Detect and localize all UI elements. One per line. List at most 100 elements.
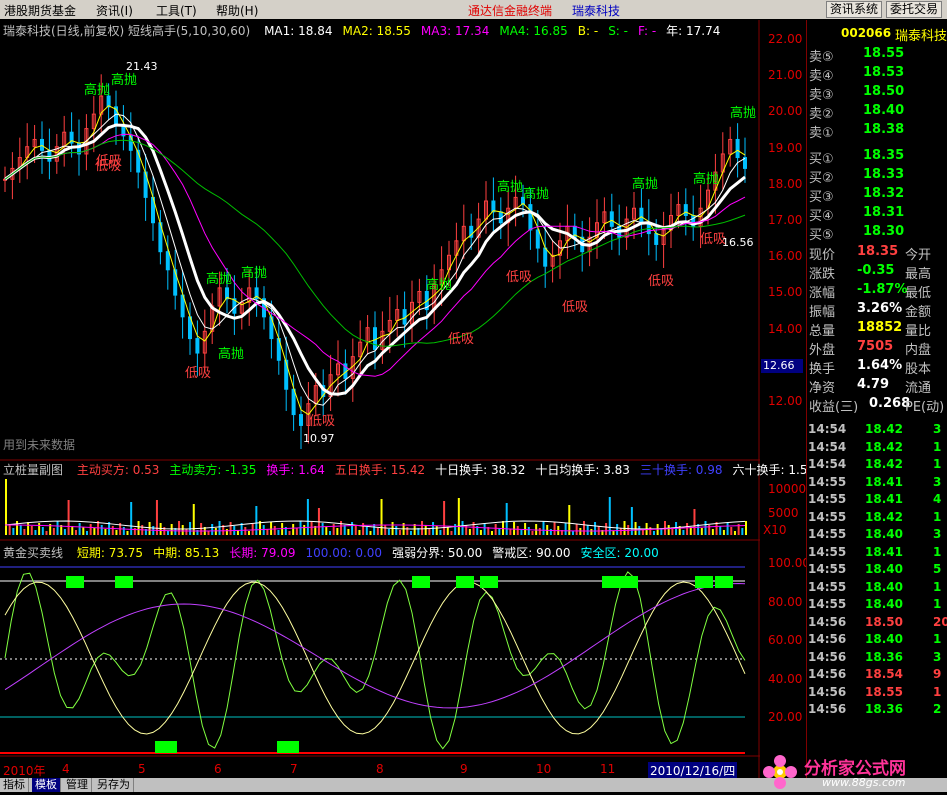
sell-signal-label: 高抛	[497, 179, 523, 195]
info-system-button[interactable]: 资讯系统	[826, 1, 883, 18]
tick-time: 14:55	[808, 474, 847, 489]
tick-time: 14:55	[808, 562, 847, 576]
volume-legend-6: 三十换手: 0.98	[639, 463, 723, 477]
time-axis-label: 9	[460, 762, 468, 776]
osc-legend-6: 安全区: 20.00	[580, 546, 659, 560]
tick-price: 18.42	[865, 509, 903, 524]
tick-time: 14:54	[808, 439, 847, 454]
tick-qty: 1	[933, 579, 942, 594]
quote-row: 涨跌 -0.35 最高	[807, 263, 947, 282]
tick-time: 14:55	[808, 527, 847, 541]
logo-url: www.88gs.com	[822, 776, 906, 789]
tick-price: 18.40	[865, 579, 903, 594]
tab-manage[interactable]: 管理	[63, 778, 92, 792]
sell-signal-label: 高抛	[206, 271, 232, 287]
menu-item-info[interactable]: 资讯(I)	[96, 2, 133, 19]
tab-template[interactable]: 模板	[32, 778, 61, 792]
tick-row: 14:55 18.40 1	[807, 597, 947, 614]
tick-qty: 4	[933, 492, 942, 506]
tick-time: 14:56	[808, 684, 847, 699]
tab-save-as[interactable]: 另存为	[94, 778, 134, 792]
volume-legend-0: 主动买方: 0.53	[76, 463, 160, 477]
trade-entrust-button[interactable]: 委托交易	[886, 1, 943, 18]
quote-right-label: 流通	[905, 381, 932, 396]
tick-qty: 20	[933, 614, 947, 629]
quote-value: 18.35	[857, 244, 899, 259]
buy-level-label: 买⑤	[809, 228, 834, 243]
order-book-buy-row: 买① 18.35	[807, 148, 947, 167]
ma-legend-2: MA3: 17.34	[420, 24, 490, 38]
ma-legend-0: MA1: 18.84	[264, 24, 333, 38]
tick-price: 18.42	[865, 439, 903, 454]
tick-row: 14:56 18.36 3	[807, 650, 947, 667]
buy-signal-label: 低吸	[185, 366, 211, 381]
ma-legend-5: S: -	[608, 24, 628, 38]
buy-signal-label: 低吸	[562, 300, 588, 315]
buy-level-label: 买③	[809, 190, 834, 205]
tick-price: 18.54	[865, 667, 903, 681]
tab-indicator[interactable]: 指标	[0, 778, 29, 792]
osc-legend-5: 警戒区: 90.00	[492, 546, 571, 560]
tick-row: 14:56 18.54 9	[807, 667, 947, 684]
price-axis: 22.00 21.00 20.00 19.00 18.00 17.00 16.00 15.00…	[760, 20, 810, 778]
menu-item-tools[interactable]: 工具(T)	[156, 2, 197, 19]
cursor-date-label: 2010/12/16/四	[648, 762, 738, 779]
time-axis-label: 4	[62, 762, 70, 776]
tick-price: 18.41	[865, 492, 903, 506]
buy-signal-label: 低吸	[448, 332, 474, 347]
volume-legend-4: 十日换手: 38.32	[435, 463, 526, 477]
tick-qty: 1	[933, 509, 942, 524]
order-book-sell-row: 卖③ 18.50	[807, 84, 947, 103]
buy-signal-label: 低吸	[506, 270, 532, 285]
volume-chart-title: 立桩量副图	[3, 463, 64, 477]
tick-price: 18.42	[865, 422, 903, 436]
tick-row: 14:55 18.42 1	[807, 510, 947, 527]
quote-row: 总量 18852 量比	[807, 320, 947, 339]
quote-row: 涨幅 -1.87% 最低	[807, 282, 947, 301]
quote-label: 换手	[809, 362, 836, 377]
current-price-tag: 12.66	[761, 359, 803, 373]
quote-right-label: 量比	[905, 324, 932, 339]
tick-row: 14:55 18.40 3	[807, 527, 947, 544]
sell-price: 18.38	[863, 122, 905, 137]
quote-right-label: 最低	[905, 286, 932, 301]
quote-value: -0.35	[857, 263, 895, 278]
quote-value: -1.87%	[857, 282, 908, 297]
tick-qty: 3	[933, 422, 942, 436]
buy-price: 18.33	[863, 167, 905, 182]
menu-item-help[interactable]: 帮助(H)	[216, 2, 258, 19]
quote-row: 净资 4.79 流通	[807, 377, 947, 396]
menu-item-hk-futures[interactable]: 港股期货基金	[4, 2, 76, 19]
quote-row: 收益(三) 0.268 PE(动)	[807, 396, 947, 415]
sell-level-label: 卖⑤	[809, 50, 834, 65]
tick-qty: 9	[933, 667, 942, 681]
buy-price: 18.31	[863, 205, 905, 220]
quote-label: 外盘	[809, 343, 836, 358]
order-book-buy-row: 买⑤ 18.30	[807, 224, 947, 243]
sell-price: 18.40	[863, 103, 905, 118]
quote-row: 现价 18.35 今开	[807, 244, 947, 263]
quote-label: 现价	[809, 248, 836, 263]
low-price-label: 10.97	[303, 432, 335, 445]
osc-tick-label: 60.00	[768, 633, 803, 647]
tick-qty: 1	[933, 684, 942, 699]
tick-time: 14:56	[808, 614, 847, 629]
osc-chart-header: 黄金买卖线 短期: 73.75 中期: 85.13 长期: 79.09 100.00:…	[3, 544, 667, 561]
tick-time: 14:54	[808, 457, 847, 471]
price-tick-label: 16.00	[768, 249, 803, 264]
time-axis-label: 6	[214, 762, 222, 776]
tick-qty: 1	[933, 439, 942, 454]
tick-price: 18.40	[865, 527, 903, 541]
osc-tick-label: 20.00	[768, 710, 803, 724]
quote-label: 收益(三)	[809, 400, 859, 415]
chart-canvas[interactable]: 高抛高抛高抛 高抛高抛高抛 高抛高抛 高抛高抛高抛低吸低吸低吸低吸低吸低吸低吸低吸低吸…	[0, 20, 760, 778]
volume-legend-1: 主动卖方: -1.35	[169, 463, 257, 477]
osc-tick-label: 100.00	[768, 556, 810, 570]
oscillator-lines	[0, 566, 746, 754]
tick-row: 14:54 18.42 3	[807, 422, 947, 439]
tick-row: 14:55 18.40 5	[807, 562, 947, 579]
quote-right-label: PE(动)	[905, 400, 945, 415]
tick-time: 14:55	[808, 579, 847, 594]
time-axis-label: 8	[376, 762, 384, 776]
buy-signal-label: 低吸	[648, 274, 674, 289]
